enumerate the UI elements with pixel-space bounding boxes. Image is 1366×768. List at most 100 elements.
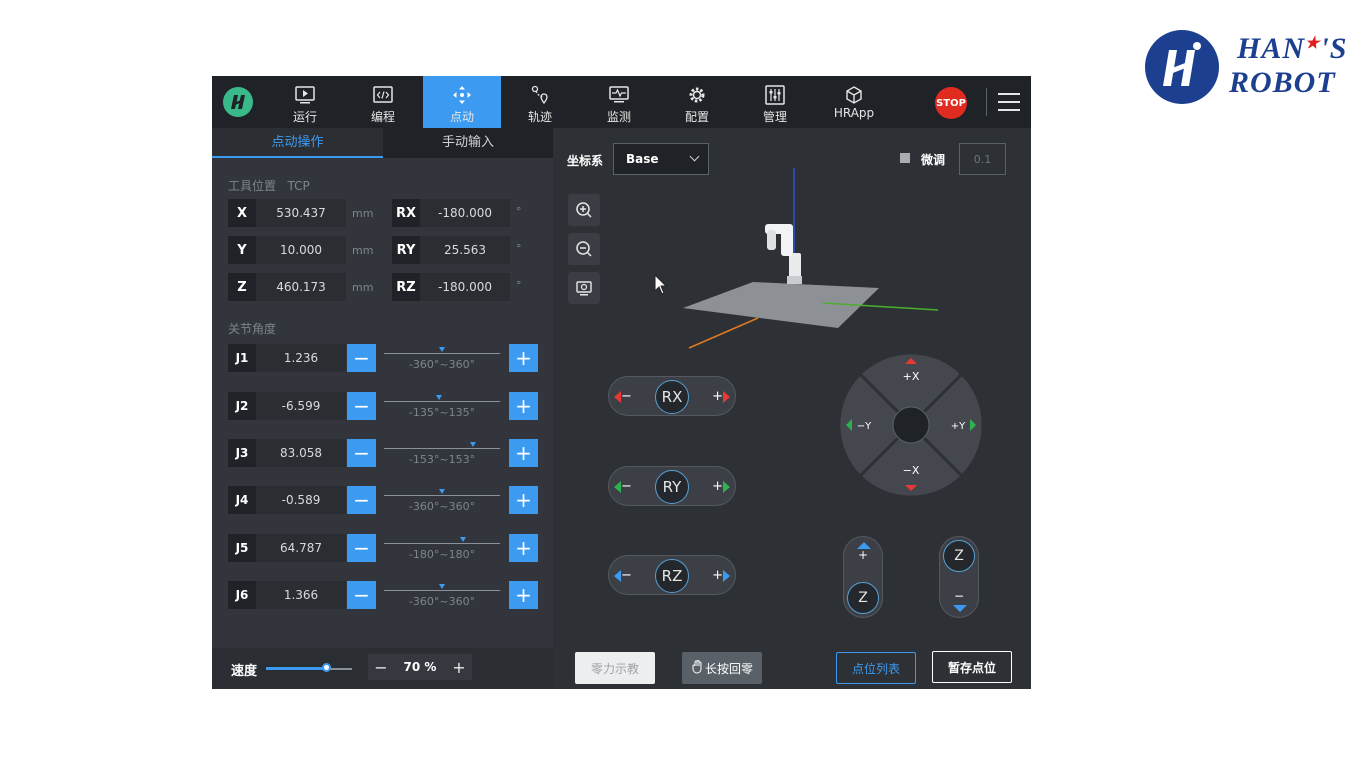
down-arrow-icon <box>953 605 967 612</box>
z-label: Z <box>847 582 879 614</box>
joint-slider-marker[interactable] <box>470 442 477 447</box>
robot-3d-view[interactable] <box>653 158 953 378</box>
coord-system-label: 坐标系 <box>567 154 604 168</box>
joint-plus-button[interactable]: + <box>509 581 538 609</box>
joint-row: J1 1.236 − -360°~360° + <box>212 344 553 378</box>
robot-arm <box>765 224 802 284</box>
ry-position: RY 25.563 <box>392 236 510 264</box>
joint-plus-button[interactable]: + <box>509 344 538 372</box>
rx-jog-control: − RX + <box>608 376 736 416</box>
x-position: X 530.437 <box>228 199 346 227</box>
nav-config[interactable]: 配置 <box>658 76 736 128</box>
speed-slider-handle[interactable] <box>322 663 332 672</box>
nav-hrapp[interactable]: HRApp <box>815 76 893 128</box>
rx-minus-button[interactable]: − <box>614 389 632 404</box>
speed-minus-button[interactable]: − <box>368 654 394 680</box>
joint-plus-button[interactable]: + <box>509 534 538 562</box>
joint-plus-button[interactable]: + <box>509 392 538 420</box>
gear-icon <box>658 85 736 105</box>
free-drive-button[interactable]: 零力示教 <box>575 652 655 684</box>
zoom-out-button[interactable] <box>568 233 600 265</box>
rz-minus-button[interactable]: − <box>614 568 632 583</box>
ry-plus-button[interactable]: + <box>712 479 730 494</box>
z-position: Z 460.173 <box>228 273 346 301</box>
tool-position-heading: 工具位置 TCP <box>228 179 310 193</box>
speed-plus-button[interactable]: + <box>446 654 472 680</box>
nav-jog[interactable]: 点动 <box>423 76 501 128</box>
zoom-out-icon <box>576 241 592 257</box>
sliders-icon <box>736 85 814 105</box>
joint-minus-button[interactable]: − <box>347 486 376 514</box>
zoom-in-icon <box>576 202 592 218</box>
svg-text:+X: +X <box>903 370 920 383</box>
tab-manual-input[interactable]: 手动输入 <box>383 128 553 158</box>
rz-label: RZ <box>655 559 689 593</box>
nav-monitor[interactable]: 监测 <box>580 76 658 128</box>
stop-button[interactable]: STOP <box>935 87 967 119</box>
save-point-button[interactable]: 暂存点位 <box>932 651 1012 683</box>
rz-jog-control: − RZ + <box>608 555 736 595</box>
joint-slider-marker[interactable] <box>436 395 443 400</box>
joint-minus-button[interactable]: − <box>347 534 376 562</box>
speed-value: 70 % <box>403 660 437 674</box>
joint-plus-button[interactable]: + <box>509 486 538 514</box>
speed-bar: 速度 − 70 % + <box>212 648 553 689</box>
ry-minus-button[interactable]: − <box>614 479 632 494</box>
zoom-in-button[interactable] <box>568 194 600 226</box>
app-logo-icon[interactable] <box>223 87 253 117</box>
unit-mm: mm <box>352 281 374 294</box>
point-list-button[interactable]: 点位列表 <box>836 652 916 684</box>
joint-plus-button[interactable]: + <box>509 439 538 467</box>
joint-slider-track <box>384 448 500 449</box>
nav-trajectory[interactable]: 轨迹 <box>501 76 579 128</box>
joint-slider-marker[interactable] <box>459 537 466 542</box>
nav-run[interactable]: 运行 <box>266 76 344 128</box>
z-plus-control[interactable]: + Z <box>843 536 883 618</box>
joint-minus-button[interactable]: − <box>347 344 376 372</box>
joint-slider-marker[interactable] <box>439 347 446 352</box>
mouse-cursor-icon <box>654 273 668 295</box>
unit-mm: mm <box>352 207 374 220</box>
cube-icon <box>815 85 893 105</box>
joint-row: J6 1.366 − -360°~360° + <box>212 581 553 615</box>
brand-star: ★ <box>1305 35 1321 52</box>
rz-plus-button[interactable]: + <box>712 568 730 583</box>
svg-text:−Y: −Y <box>857 421 872 432</box>
hand-icon <box>691 659 703 677</box>
rx-plus-button[interactable]: + <box>712 389 730 404</box>
nav-manage[interactable]: 管理 <box>736 76 814 128</box>
joint-slider-track <box>384 543 500 544</box>
brand-robot-text: ROBOT <box>1229 66 1336 99</box>
move-icon <box>423 85 501 105</box>
joint-slider-track <box>384 590 500 591</box>
joint-minus-button[interactable]: − <box>347 439 376 467</box>
nav-program[interactable]: 编程 <box>344 76 422 128</box>
z-minus-control[interactable]: Z − <box>939 536 979 618</box>
joint-row: J3 83.058 − -153°~153° + <box>212 439 553 473</box>
rx-label: RX <box>655 380 689 414</box>
joint-row: J5 64.787 − -180°~180° + <box>212 534 553 568</box>
ry-jog-control: − RY + <box>608 466 736 506</box>
joint-slider-track <box>384 495 500 496</box>
code-icon <box>344 85 422 105</box>
tab-jog-operation[interactable]: 点动操作 <box>212 128 383 158</box>
hamburger-menu-icon[interactable] <box>998 92 1020 112</box>
fine-tune-input[interactable]: 0.1 <box>959 143 1006 175</box>
long-press-home-button[interactable]: 长按回零 <box>682 652 762 684</box>
joint-slider-marker[interactable] <box>439 584 446 589</box>
z-label: Z <box>943 540 975 572</box>
hans-robot-logo: HAN★'S ROBOT <box>1145 28 1350 108</box>
joint-slider-marker[interactable] <box>438 489 445 494</box>
logo-mark-icon <box>1145 30 1219 104</box>
trajectory-icon <box>501 85 579 105</box>
left-panel: 点动操作 手动输入 工具位置 TCP X 530.437 mm RX -180.… <box>212 128 553 648</box>
joint-minus-button[interactable]: − <box>347 581 376 609</box>
svg-text:−X: −X <box>903 464 920 477</box>
speed-stepper: − 70 % + <box>368 654 472 680</box>
reset-view-button[interactable] <box>568 272 600 304</box>
view-reset-icon <box>576 281 592 296</box>
xy-jog-dpad: +X −X −Y +Y <box>838 352 984 498</box>
nav-divider <box>986 88 987 116</box>
jog-3d-area: 坐标系 Base 微调 0.1 − RX + − RY + − RZ + +X … <box>553 128 1031 689</box>
joint-minus-button[interactable]: − <box>347 392 376 420</box>
